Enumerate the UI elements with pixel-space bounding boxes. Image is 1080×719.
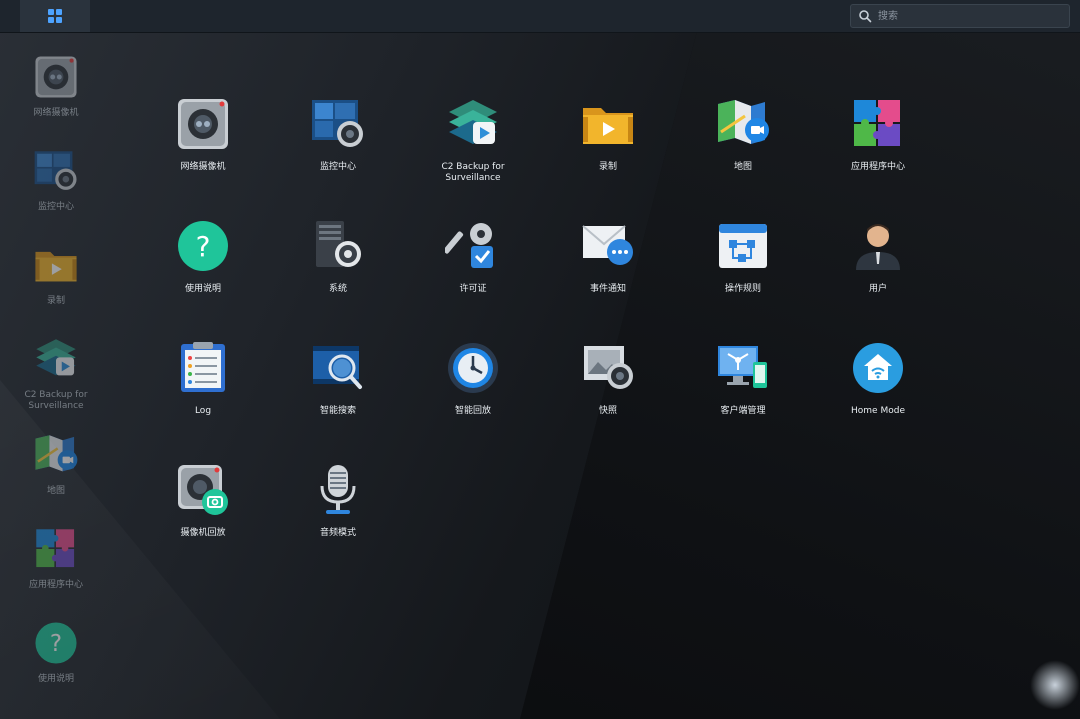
smart-search-icon <box>310 340 366 396</box>
recording-icon <box>580 96 636 152</box>
app-package-center[interactable]: 应用程序中心 <box>823 96 933 173</box>
taskbar <box>0 0 1080 33</box>
sidebar-item-label: 使用说明 <box>37 674 74 684</box>
camera-snapshot-icon <box>175 462 231 518</box>
system-gear-icon <box>310 218 366 274</box>
client-management-icon <box>715 340 771 396</box>
app-audio-mode[interactable]: 音频模式 <box>283 462 393 539</box>
app-label: Log <box>194 406 212 416</box>
user-icon <box>850 218 906 274</box>
app-label: 摄像机回放 <box>180 528 226 538</box>
app-smart-search[interactable]: 智能搜索 <box>283 340 393 417</box>
app-monitor-center[interactable]: 监控中心 <box>283 96 393 173</box>
license-key-icon <box>445 218 501 274</box>
app-label: 音频模式 <box>319 528 356 538</box>
app-map[interactable]: 地图 <box>688 96 798 173</box>
app-label: 客户端管理 <box>720 406 766 416</box>
search-icon <box>859 10 872 23</box>
app-label: 用户 <box>868 284 887 294</box>
app-label: Home Mode <box>851 406 905 416</box>
app-log[interactable]: Log <box>148 340 258 417</box>
sidebar-item-map[interactable]: 地图 <box>0 432 112 497</box>
app-smart-playback[interactable]: 智能回放 <box>418 340 528 417</box>
app-snapshot[interactable]: 快照 <box>553 340 663 417</box>
sidebar-item-help[interactable]: 使用说明 <box>0 620 112 685</box>
app-help[interactable]: 使用说明 <box>148 218 258 295</box>
sidebar-item-label: 地图 <box>46 486 65 496</box>
app-label: 智能搜索 <box>319 406 356 416</box>
app-action-rule[interactable]: 操作规则 <box>688 218 798 295</box>
app-c2-backup[interactable]: C2 Backup for Surveillance <box>418 96 528 184</box>
sidebar-item-label: 应用程序中心 <box>28 580 83 590</box>
app-recording[interactable]: 录制 <box>553 96 663 173</box>
app-camera-snapshot[interactable]: 摄像机回放 <box>148 462 258 539</box>
sidebar-item-c2-backup[interactable]: C2 Backup for Surveillance <box>0 336 112 412</box>
app-label: 许可证 <box>459 284 487 294</box>
action-rule-icon <box>715 218 771 274</box>
map-icon <box>715 96 771 152</box>
app-label: 地图 <box>733 162 752 172</box>
audio-mic-icon <box>310 462 366 518</box>
app-system[interactable]: 系统 <box>283 218 393 295</box>
notification-icon <box>580 218 636 274</box>
sidebar-item-package-center[interactable]: 应用程序中心 <box>0 526 112 591</box>
ip-camera-icon <box>175 96 231 152</box>
app-label: 系统 <box>328 284 347 294</box>
sidebar-item-label: C2 Backup for Surveillance <box>24 390 88 411</box>
app-grid-icon <box>48 9 62 23</box>
sidebar-item-recording[interactable]: 录制 <box>0 242 112 307</box>
c2-backup-icon <box>445 96 501 152</box>
sidebar-item-monitor-center[interactable]: 监控中心 <box>0 148 112 213</box>
app-license[interactable]: 许可证 <box>418 218 528 295</box>
c2-backup-icon <box>33 336 79 382</box>
app-label: 智能回放 <box>454 406 491 416</box>
smart-playback-icon <box>445 340 501 396</box>
sidebar-item-ip-camera[interactable]: 网络摄像机 <box>0 54 112 119</box>
monitor-center-icon <box>33 148 79 194</box>
app-label: 网络摄像机 <box>180 162 226 172</box>
app-user[interactable]: 用户 <box>823 218 933 295</box>
app-label: 使用说明 <box>184 284 221 294</box>
log-icon <box>175 340 231 396</box>
app-client-management[interactable]: 客户端管理 <box>688 340 798 417</box>
ip-camera-icon <box>33 54 79 100</box>
search-input[interactable] <box>876 9 1060 23</box>
app-notification[interactable]: 事件通知 <box>553 218 663 295</box>
package-center-icon <box>33 526 79 572</box>
sidebar-item-label: 录制 <box>46 296 65 306</box>
desktop-shortcuts-sidebar: 网络摄像机 监控中心 录制 C2 Backup for Surveillance… <box>0 40 112 719</box>
search-box[interactable] <box>850 4 1070 28</box>
home-mode-icon <box>850 340 906 396</box>
app-label: 监控中心 <box>319 162 356 172</box>
sidebar-item-label: 网络摄像机 <box>33 108 79 118</box>
recording-icon <box>33 242 79 288</box>
package-center-icon <box>850 96 906 152</box>
monitor-center-icon <box>310 96 366 152</box>
app-label: 事件通知 <box>589 284 626 294</box>
app-label: 应用程序中心 <box>850 162 905 172</box>
help-icon <box>175 218 231 274</box>
corner-glow <box>1030 660 1080 710</box>
help-icon <box>33 620 79 666</box>
app-ip-camera[interactable]: 网络摄像机 <box>148 96 258 173</box>
app-label: 操作规则 <box>724 284 761 294</box>
map-icon <box>33 432 79 478</box>
sidebar-item-label: 监控中心 <box>37 202 74 212</box>
app-home-mode[interactable]: Home Mode <box>823 340 933 417</box>
app-label: 快照 <box>598 406 617 416</box>
main-menu-button[interactable] <box>20 0 90 32</box>
snapshot-icon <box>580 340 636 396</box>
app-label: 录制 <box>598 162 617 172</box>
app-label: C2 Backup for Surveillance <box>441 162 505 183</box>
